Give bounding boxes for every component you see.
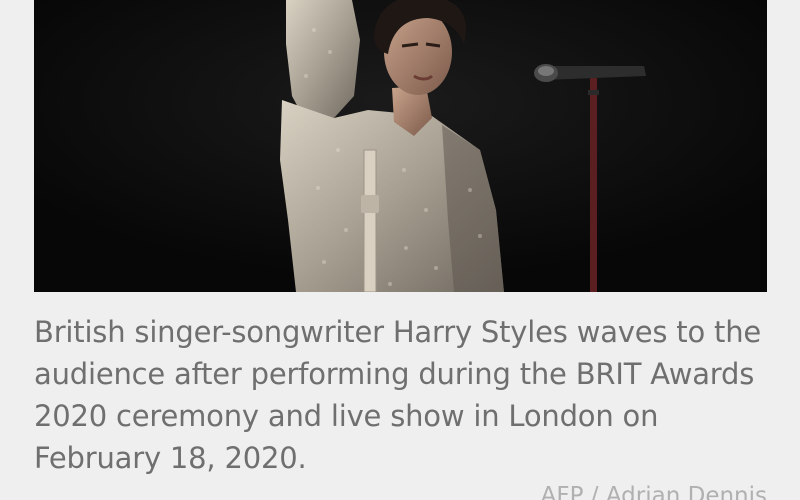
photo-illustration: [34, 0, 767, 292]
photo-credit: AFP / Adrian Dennis: [540, 483, 767, 500]
photo-caption: British singer-songwriter Harry Styles w…: [34, 315, 762, 475]
news-photo[interactable]: [34, 0, 767, 292]
article-view: British singer-songwriter Harry Styles w…: [0, 0, 800, 500]
